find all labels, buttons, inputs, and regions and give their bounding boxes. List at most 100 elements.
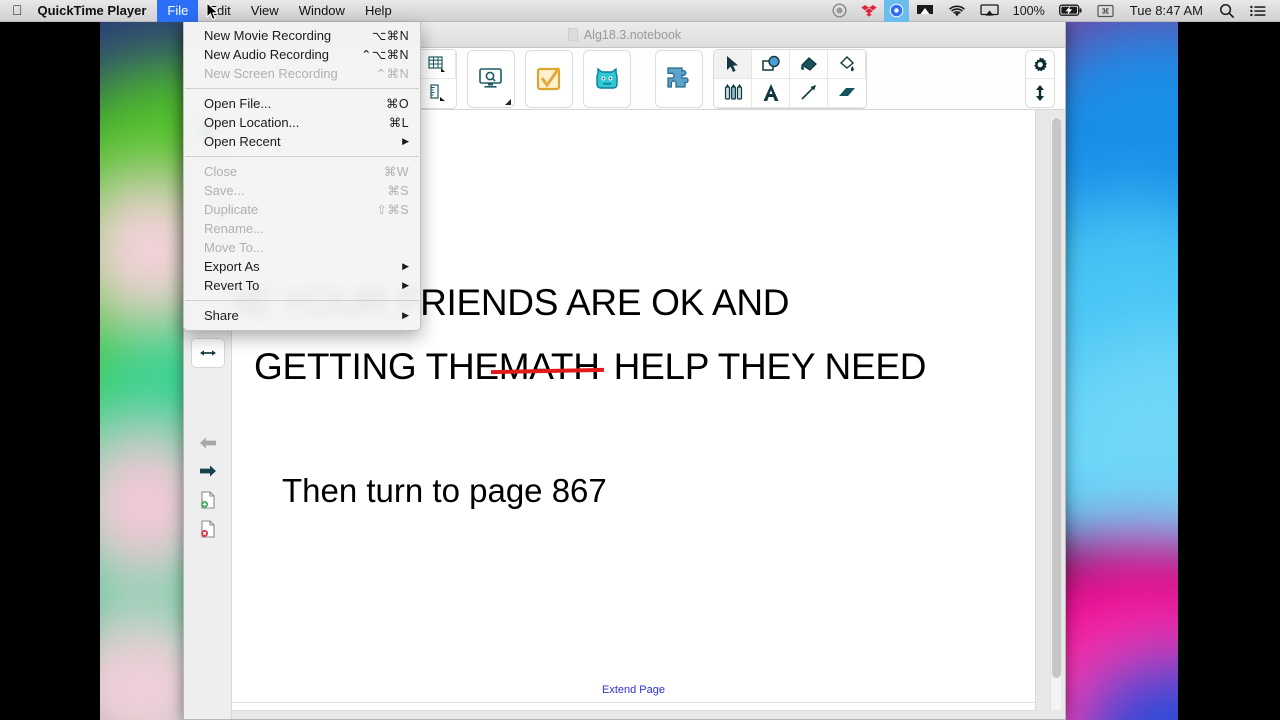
menu-separator (185, 300, 419, 301)
resize-vertical-icon[interactable] (1026, 79, 1054, 107)
screen-capture-icon[interactable] (467, 49, 515, 108)
menu-item-new-audio-recording[interactable]: New Audio Recording ⌃⌥⌘N (184, 45, 420, 64)
menu-item-revert-to[interactable]: Revert To ▶ (184, 276, 420, 295)
eraser-icon[interactable] (828, 78, 866, 108)
right-letterbox-bar (1178, 0, 1280, 720)
sidebar-item-add-page[interactable] (191, 487, 225, 513)
sidebar-item-page-width[interactable] (190, 338, 225, 368)
shapes-icon[interactable] (752, 49, 790, 79)
pens-icon[interactable] (714, 78, 752, 108)
menu-item-share[interactable]: Share ▶ (184, 306, 420, 325)
menu-item-move-to: Move To... (184, 238, 420, 257)
battery-icon[interactable] (1052, 0, 1090, 22)
menu-item-help[interactable]: Help (355, 0, 402, 22)
page-line-2-struck-word: MATH (498, 346, 600, 387)
menu-item-shortcut: ⇧⌘S (376, 203, 409, 217)
menu-item-open-recent[interactable]: Open Recent ▶ (184, 132, 420, 151)
menu-item-label: Rename... (204, 221, 264, 236)
sidebar-item-next-page[interactable] (191, 458, 225, 484)
timemachine-icon[interactable] (825, 0, 854, 22)
mouse-cursor (206, 1, 220, 27)
vertical-scrollbar[interactable] (1050, 118, 1061, 710)
screen-mirror-icon[interactable] (973, 0, 1006, 22)
airplay-display-icon[interactable] (909, 0, 941, 22)
menu-item-view[interactable]: View (241, 0, 289, 22)
submenu-arrow-icon: ▶ (402, 280, 409, 290)
submenu-arrow-icon: ▶ (402, 136, 409, 146)
toolbar-settings-stack (1025, 50, 1055, 108)
pen-fill-icon[interactable] (790, 49, 828, 79)
menu-item-label: Open Location... (204, 115, 300, 130)
menu-item-shortcut: ⌥⌘N (371, 29, 409, 43)
select-arrow-icon[interactable] (714, 49, 752, 79)
menu-item-shortcut: ⌃⌥⌘N (360, 48, 409, 62)
draw-group (713, 48, 867, 109)
menu-item-shortcut: ⌃⌘N (375, 67, 409, 81)
extend-page-link[interactable]: Extend Page (232, 684, 1035, 696)
menu-separator (185, 156, 419, 157)
menu-separator (185, 88, 419, 89)
submenu-arrow-icon: ▶ (402, 261, 409, 271)
dropdown-corner-icon[interactable] (505, 98, 511, 105)
fill-bucket-icon[interactable] (828, 49, 866, 79)
menu-item-close: Close ⌘W (184, 162, 420, 181)
document-icon (567, 28, 578, 41)
menu-item-file[interactable]: File (157, 0, 199, 22)
line-icon[interactable] (790, 78, 828, 108)
menu-item-label: Move To... (204, 240, 264, 255)
gear-icon[interactable] (1026, 51, 1054, 79)
checkbox-response-icon[interactable] (525, 49, 573, 108)
sidebar-item-previous-page[interactable] (191, 430, 225, 456)
menu-item-label: Share (204, 308, 239, 323)
text-icon[interactable] (752, 78, 790, 108)
menu-item-label: Open Recent (204, 134, 281, 149)
search-icon[interactable] (1212, 0, 1242, 22)
menu-item-new-movie-recording[interactable]: New Movie Recording ⌥⌘N (184, 26, 420, 45)
menu-item-duplicate: Duplicate ⇧⌘S (184, 200, 420, 219)
window-title: Alg18.3.notebook (583, 27, 682, 42)
page-bottom-divider (232, 702, 1035, 703)
submenu-arrow-icon: ▶ (402, 310, 409, 320)
page-line-3: Then turn to page 867 (282, 472, 607, 509)
apple-icon[interactable]:  (0, 0, 34, 22)
dropbox-icon[interactable] (854, 0, 884, 22)
table-icon[interactable] (418, 49, 456, 79)
vertical-scrollbar-thumb[interactable] (1052, 118, 1061, 678)
location-icon[interactable] (883, 0, 909, 22)
menu-item-label: Export As (204, 259, 260, 274)
page-line-2-prefix: GETTING THE (254, 346, 499, 387)
menu-item-window[interactable]: Window (289, 0, 355, 22)
battery-percent-label[interactable]: 100% (1006, 0, 1052, 22)
menu-item-label: Open File... (204, 96, 272, 111)
menu-bar-clock[interactable]: Tue 8:47 AM (1121, 0, 1212, 22)
menu-item-shortcut: ⌘W (383, 165, 409, 179)
svg-text:⌘: ⌘ (1101, 7, 1109, 16)
menu-item-label: Close (204, 164, 238, 179)
menu-item-label: Revert To (204, 278, 260, 293)
menu-bar-left:  QuickTime Player File Edit View Window… (0, 0, 402, 22)
ruler-icon[interactable] (418, 78, 456, 108)
wifi-icon[interactable] (941, 0, 973, 22)
page-line-2-suffix: HELP THEY NEED (613, 346, 927, 387)
screen: Alg18.3.notebook RE YOUR FRIENDS ARE OK … (0, 0, 1280, 720)
menu-item-open-file[interactable]: Open File... ⌘O (184, 94, 420, 113)
menu-bar-status-area: 100% ⌘ Tue 8:47 AM (825, 0, 1280, 22)
menu-item-shortcut: ⌘L (388, 116, 409, 130)
menu-item-label: Duplicate (204, 202, 259, 217)
notification-center-icon[interactable] (1242, 0, 1274, 22)
menu-item-save: Save... ⌘S (184, 181, 420, 200)
keyboard-input-icon[interactable]: ⌘ (1090, 0, 1121, 22)
sidebar-item-delete-page[interactable] (191, 516, 225, 542)
puzzle-addon-icon[interactable] (655, 49, 703, 108)
left-letterbox-bar (0, 0, 100, 720)
macos-menu-bar:  QuickTime Player File Edit View Window… (0, 0, 1280, 22)
app-name-menu[interactable]: QuickTime Player (34, 0, 158, 22)
file-menu-dropdown[interactable]: New Movie Recording ⌥⌘N New Audio Recordin… (183, 22, 421, 331)
menu-item-rename: Rename... (184, 219, 420, 238)
menu-item-shortcut: ⌘S (387, 184, 409, 198)
lab-activity-icon[interactable] (583, 49, 631, 108)
menu-item-new-screen-recording: New Screen Recording ⌃⌘N (184, 64, 420, 83)
menu-item-open-location[interactable]: Open Location... ⌘L (184, 113, 420, 132)
menu-item-export-as[interactable]: Export As ▶ (184, 257, 420, 276)
menu-item-label: New Audio Recording (204, 47, 330, 62)
